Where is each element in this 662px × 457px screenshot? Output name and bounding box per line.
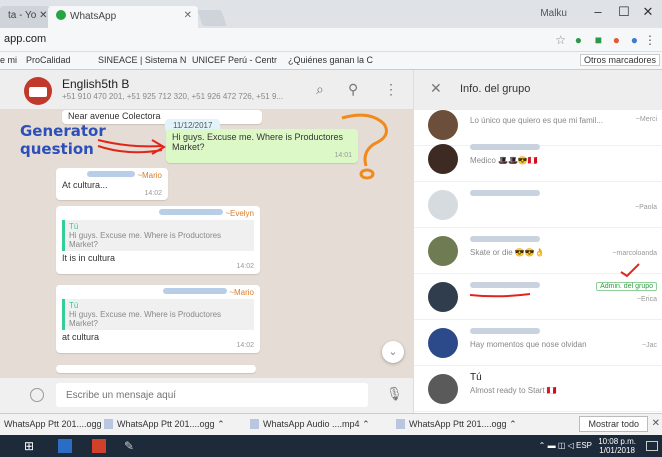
annotation-question-mark: [341, 113, 388, 167]
extension-icon[interactable]: ●: [613, 33, 620, 47]
annotation-underline: [470, 293, 530, 298]
clock-date: 1/01/2018: [599, 446, 635, 455]
member-row[interactable]: Medico 🎩🎩😎🇵🇪: [414, 136, 662, 182]
message-input[interactable]: [56, 383, 368, 407]
windows-taskbar: ⊞ ✎ ⌃ ▬ ◫ ◁ ESP 10:08 p.m. 1/01/2018: [0, 435, 662, 457]
tab-whatsapp-label: WhatsApp: [70, 11, 117, 22]
bookmark-item[interactable]: SINEACE | Sistema N: [98, 55, 186, 65]
admin-badge: Admin. del grupo: [596, 282, 657, 291]
member-avatar: [428, 282, 458, 312]
close-icon[interactable]: ✕: [430, 80, 442, 97]
downloads-bar: WhatsApp Ptt 201....ogg ⌃ WhatsApp Ptt 2…: [0, 413, 662, 435]
member-alias: ~Jac: [642, 342, 657, 349]
show-all-button[interactable]: Mostrar todo: [579, 416, 648, 432]
member-status: Medico 🎩🎩😎🇵🇪: [470, 156, 538, 165]
bookmark-fragment-icon: e mi: [0, 55, 18, 65]
member-name-redacted: [470, 190, 540, 196]
file-icon: [250, 419, 259, 429]
system-tray[interactable]: ⌃ ▬ ◫ ◁ ESP: [539, 441, 592, 450]
bookmark-item[interactable]: UNICEF Perú - Centr: [192, 55, 277, 65]
download-item[interactable]: WhatsApp Ptt 201....ogg ⌃: [396, 419, 517, 430]
minimize-icon[interactable]: –: [588, 4, 608, 19]
browser-tab-strip: ta - Yo ✕ / WhatsApp ✕ Malku – ☐ ✕: [0, 0, 662, 28]
member-name-redacted: [470, 282, 540, 288]
close-window-icon[interactable]: ✕: [638, 4, 658, 20]
member-name: Tú: [470, 372, 482, 383]
info-title: Info. del grupo: [460, 83, 531, 95]
extension-icon[interactable]: ●: [631, 33, 638, 47]
member-status: Almost ready to Start 🇵🇪: [470, 386, 557, 395]
download-item[interactable]: WhatsApp Ptt 201....ogg ⌃: [104, 419, 225, 430]
clock-time: 10:08 p.m.: [598, 437, 636, 446]
windows-start-icon[interactable]: ⊞: [24, 439, 38, 453]
member-alias: ~Merci: [635, 116, 657, 123]
app-icon[interactable]: [92, 439, 106, 453]
member-name-redacted: [470, 144, 540, 150]
address-bar: app.com ☆ ● ■ ● ● ⋮: [0, 28, 662, 52]
annotation-question-dot: [359, 168, 375, 180]
member-alias: ~Erica: [636, 296, 657, 303]
bookmark-item[interactable]: ¿Quiénes ganan la C: [288, 55, 373, 65]
tab-previous-label: ta - Yo ✕ /: [8, 10, 54, 21]
window-user[interactable]: Malku: [540, 8, 567, 19]
member-avatar: [428, 236, 458, 266]
annotation-checkmark: [620, 263, 640, 278]
bookmark-item[interactable]: ProCalidad: [26, 55, 71, 65]
close-icon[interactable]: ✕: [652, 418, 660, 429]
whatsapp-icon: [56, 10, 66, 20]
download-item[interactable]: WhatsApp Ptt 201....ogg ⌃: [4, 419, 112, 430]
chat-panel: English5th B +51 910 470 201, +51 925 71…: [0, 70, 413, 405]
clock[interactable]: 10:08 p.m. 1/01/2018: [598, 437, 636, 455]
menu-icon[interactable]: ⋮: [644, 33, 656, 47]
member-row[interactable]: Hay momentos que nose olvidan ~Jac: [414, 320, 662, 366]
url-field[interactable]: app.com: [4, 33, 46, 45]
extension-icon[interactable]: ■: [595, 33, 602, 47]
group-info-panel: ✕ Info. del grupo Lo único que quiero es…: [413, 70, 662, 413]
extension-icon[interactable]: ●: [575, 33, 582, 47]
other-bookmarks[interactable]: Otros marcadores: [579, 54, 660, 66]
microphone-icon[interactable]: 🎙: [386, 386, 403, 402]
download-item[interactable]: WhatsApp Audio ....mp4 ⌃: [250, 419, 370, 430]
notifications-icon[interactable]: [646, 441, 658, 451]
compose-bar: 🎙: [0, 378, 413, 413]
member-name-redacted: [470, 328, 540, 334]
file-icon: [396, 419, 405, 429]
member-avatar: [428, 144, 458, 174]
tab-whatsapp[interactable]: WhatsApp ✕: [48, 6, 198, 28]
member-avatar: [428, 328, 458, 358]
file-icon: [104, 419, 113, 429]
member-row[interactable]: ~Paola: [414, 182, 662, 228]
emoji-icon[interactable]: [30, 388, 44, 402]
new-tab-button[interactable]: [197, 10, 227, 26]
star-icon[interactable]: ☆: [555, 33, 566, 47]
member-row-self[interactable]: Tú Almost ready to Start 🇵🇪: [414, 366, 662, 412]
close-tab-icon[interactable]: ✕: [184, 10, 192, 21]
member-status: Hay momentos que nose olvidan: [470, 340, 587, 349]
file-explorer-icon[interactable]: [58, 439, 72, 453]
maximize-icon[interactable]: ☐: [614, 4, 634, 20]
bookmarks-bar: e mi ProCalidad SINEACE | Sistema N UNIC…: [0, 52, 662, 70]
app-icon[interactable]: ✎: [124, 439, 138, 453]
language-indicator: ESP: [575, 441, 592, 450]
member-row[interactable]: Admin. del grupo ~Erica: [414, 263, 662, 320]
annotation-marks: [97, 113, 388, 180]
tab-previous[interactable]: ta - Yo ✕ /: [0, 6, 54, 28]
member-status: Skate or die 😎😎👌: [470, 248, 545, 257]
scroll-down-button[interactable]: ⌄: [382, 341, 404, 363]
member-avatar: [428, 374, 458, 404]
member-name-redacted: [470, 236, 540, 242]
member-avatar: [428, 190, 458, 220]
member-alias: ~Paola: [635, 204, 657, 211]
member-alias: ~marcoloanda: [612, 250, 657, 257]
member-status: Lo único que quiero es que mi famil...: [470, 116, 603, 125]
